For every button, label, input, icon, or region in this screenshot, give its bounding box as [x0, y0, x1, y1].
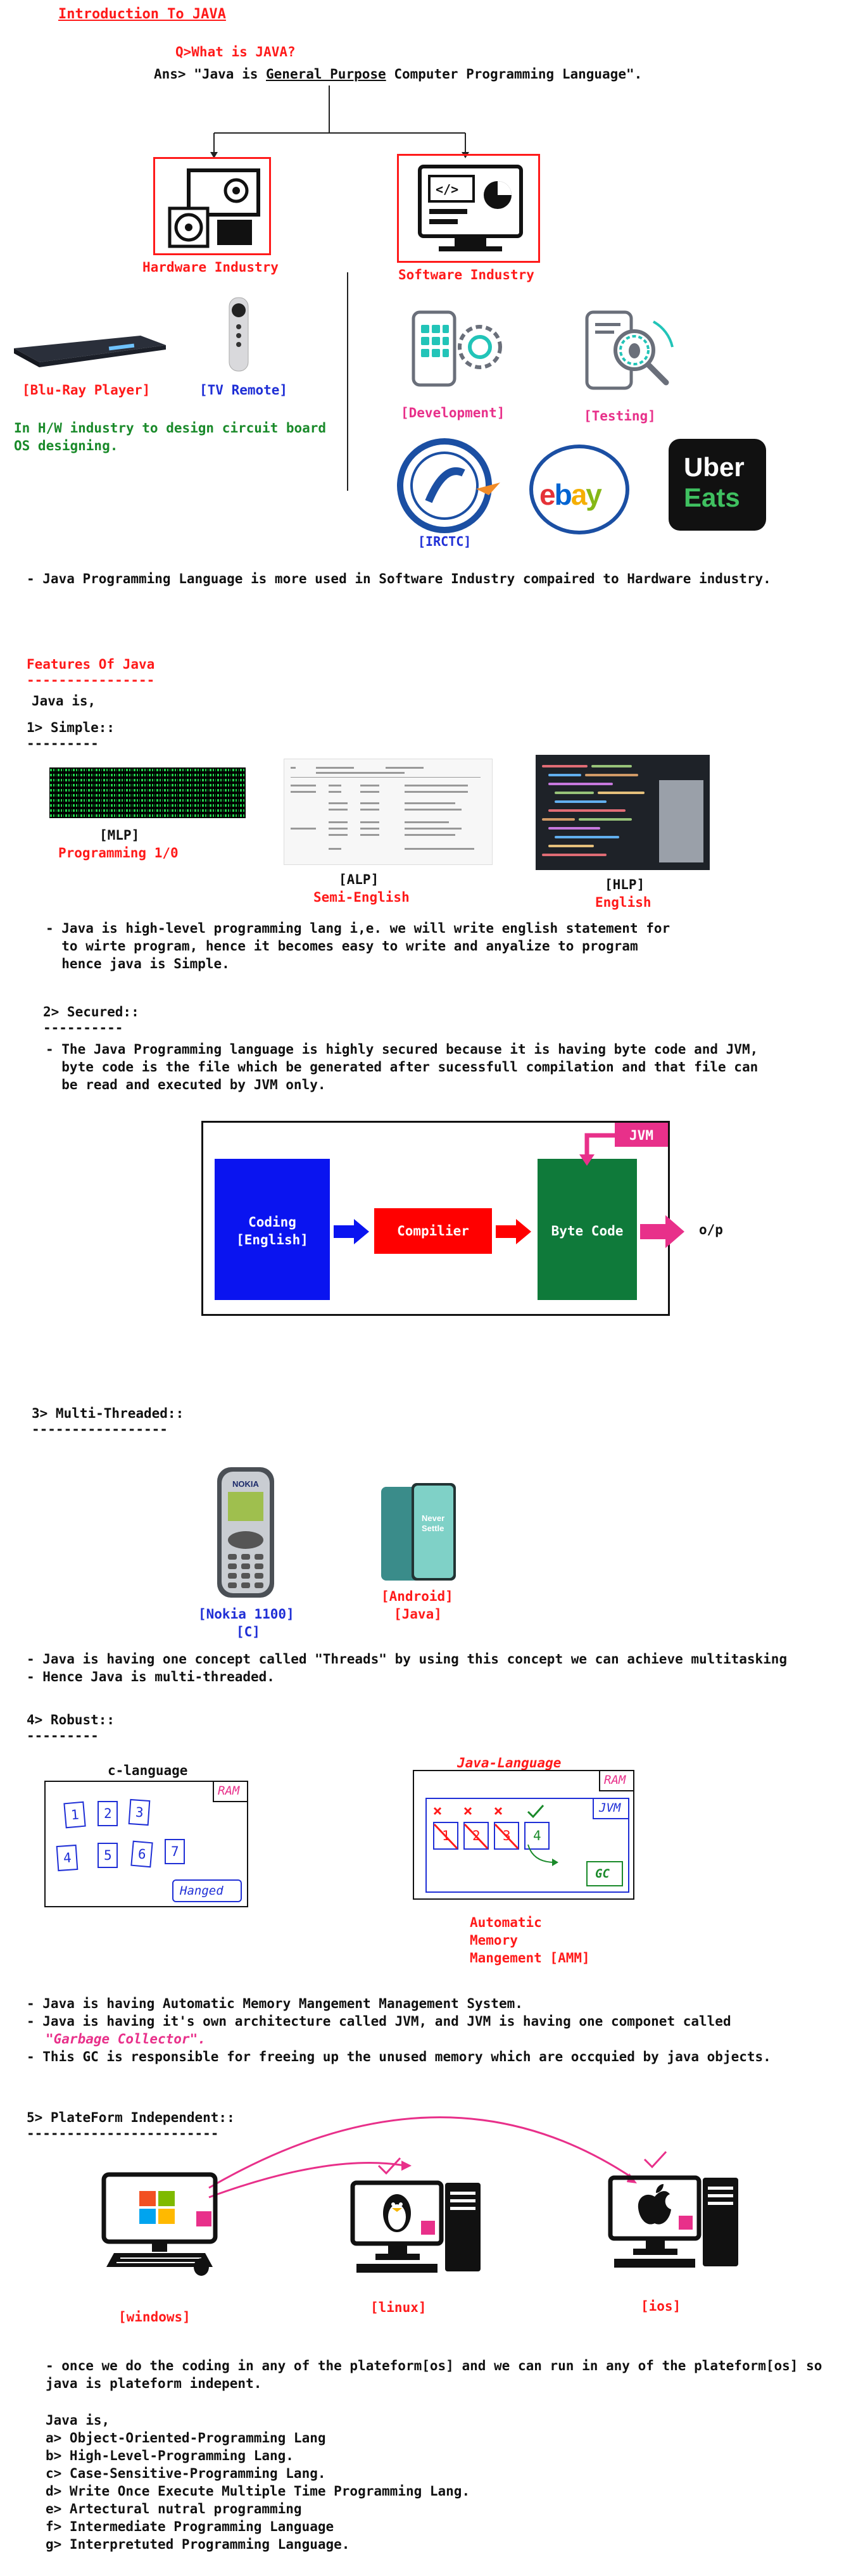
ios-label: [ios] — [641, 2299, 681, 2314]
summary-intro: Java is, — [46, 2413, 110, 2428]
platform-desc-1: - once we do the coding in any of the pl… — [46, 2358, 822, 2373]
windows-pc-icon — [101, 2172, 218, 2276]
summary-item-d: d> Write Once Execute Multiple Time Prog… — [46, 2484, 470, 2499]
linux-label: [linux] — [370, 2300, 427, 2315]
platform-desc-2: java is plateform indepent. — [46, 2376, 262, 2391]
summary-item-g: g> Interpretuted Programming Language. — [46, 2537, 350, 2552]
linux-pc-icon — [350, 2180, 481, 2273]
summary-item-c: c> Case-Sensitive-Programming Lang. — [46, 2466, 326, 2481]
summary-item-f: f> Intermediate Programming Language — [46, 2519, 334, 2534]
summary-item-e: e> Artectural nutral programming — [46, 2501, 302, 2516]
ios-pc-icon — [608, 2175, 738, 2268]
summary-item-a: a> Object-Oriented-Programming Lang — [46, 2430, 326, 2446]
windows-label: [windows] — [118, 2309, 191, 2325]
summary-item-b: b> High-Level-Programming Lang. — [46, 2448, 294, 2463]
